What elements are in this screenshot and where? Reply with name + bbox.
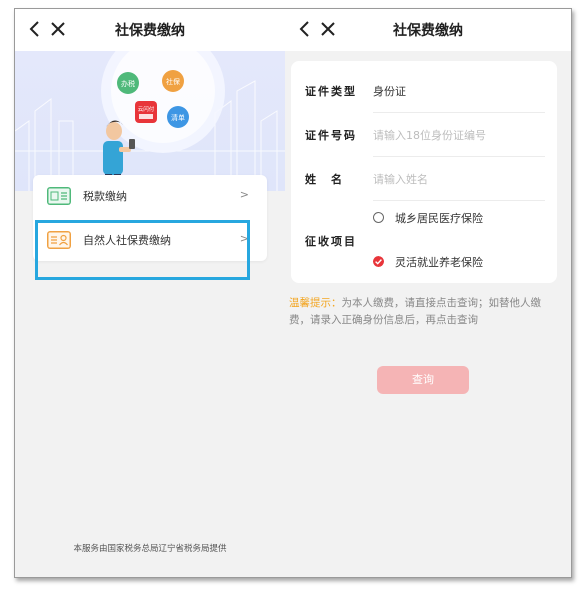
collection-item-label: 征收项目 (305, 235, 357, 248)
bubble-tax-label: 办税 (121, 79, 135, 88)
query-form-card: 证件类型 身份证 证件号码 请输入18位身份证编号 姓 名 请输入姓名 征收项目… (291, 61, 557, 283)
bubble-list-label: 清单 (171, 113, 185, 122)
id-number-row: 证件号码 请输入18位身份证编号 (305, 113, 545, 157)
query-button[interactable]: 查询 (377, 366, 469, 394)
warm-tip: 温馨提示：为本人缴费，请直接点击查询；如替他人缴费，请录入正确身份信息后，再点击… (289, 295, 561, 329)
warm-tip-heading: 温馨提示： (289, 297, 342, 309)
unionpay-app-label: 云闪付 (138, 105, 155, 113)
name-input[interactable]: 请输入姓名 (373, 171, 428, 187)
screenshot-frame: 社保费缴纳 办税 社保 清单 云闪付 税款缴纳 > 自然人社保费缴纳 > 本服务… (14, 8, 572, 578)
banner-illustration: 办税 社保 清单 云闪付 (15, 51, 285, 191)
id-type-row[interactable]: 证件类型 身份证 (305, 69, 545, 113)
collection-item-row: 征收项目 (305, 223, 545, 253)
option-label: 城乡居民医疗保险 (395, 212, 483, 225)
page-title: 社保费缴纳 (115, 23, 185, 39)
right-screen: 社保费缴纳 证件类型 身份证 证件号码 请输入18位身份证编号 姓 名 请输入姓… (285, 9, 571, 577)
left-top-bar: 社保费缴纳 (15, 9, 285, 51)
page-title: 社保费缴纳 (393, 23, 463, 39)
menu-item-label: 税款缴纳 (83, 190, 127, 203)
radio-checked-icon[interactable] (373, 256, 384, 267)
tax-document-icon (47, 187, 71, 205)
bubble-social-label: 社保 (166, 77, 180, 86)
service-provider-note: 本服务由国家税务总局辽宁省税务局提供 (73, 544, 227, 554)
name-label: 姓 名 (305, 173, 344, 186)
id-type-value[interactable]: 身份证 (373, 83, 406, 99)
highlight-annotation (35, 220, 250, 280)
chevron-right-icon: > (239, 188, 249, 201)
row-divider (373, 200, 545, 201)
id-number-input[interactable]: 请输入18位身份证编号 (373, 127, 486, 143)
left-screen: 社保费缴纳 办税 社保 清单 云闪付 税款缴纳 > 自然人社保费缴纳 > 本服务… (15, 9, 285, 577)
banner-art: 办税 社保 清单 云闪付 (15, 51, 285, 191)
menu-item-tax-payment[interactable]: 税款缴纳 > (33, 175, 267, 217)
id-type-label: 证件类型 (305, 85, 357, 98)
right-top-bar: 社保费缴纳 (285, 9, 571, 51)
radio-unchecked-icon[interactable] (373, 212, 384, 223)
id-number-label: 证件号码 (305, 129, 357, 142)
option-label: 灵活就业养老保险 (395, 256, 483, 269)
name-row: 姓 名 请输入姓名 (305, 157, 545, 201)
